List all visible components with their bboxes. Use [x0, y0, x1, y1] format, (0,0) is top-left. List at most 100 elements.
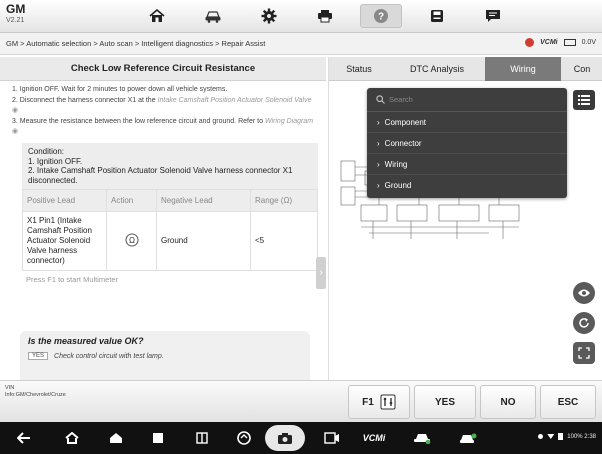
home-button[interactable]	[136, 4, 178, 28]
car-icon	[414, 434, 431, 444]
refresh-icon	[579, 318, 589, 328]
menu-item-label: Ground	[384, 181, 412, 190]
vci-label: VCMi	[362, 433, 386, 443]
step-1: 1. Ignition OFF. Wait for 2 minutes to p…	[12, 86, 228, 93]
brand-name: GM	[6, 2, 26, 16]
range-value: <5	[250, 211, 318, 271]
car-icon	[205, 11, 221, 23]
chevron-right-icon: ›	[377, 159, 380, 169]
condition-title: Condition:	[28, 147, 65, 156]
page-title: Check Low Reference Circuit Resistance	[0, 57, 326, 81]
search-icon	[376, 95, 385, 104]
menu-item-ground[interactable]: › Ground	[367, 175, 567, 196]
home-icon	[65, 432, 79, 444]
message-icon	[486, 10, 500, 22]
vehicle-info: VIN Info:GM/Chevrolet/Cruze	[5, 385, 66, 399]
menu-item-component[interactable]: › Component	[367, 112, 567, 133]
tab-more[interactable]: Con	[561, 57, 602, 81]
remote-expert-icon	[460, 433, 477, 443]
screen-record-button[interactable]	[320, 427, 344, 449]
fullscreen-button[interactable]	[573, 342, 595, 364]
step-3-text: 3. Measure the resistance between the lo…	[12, 118, 263, 125]
vehicle-connect-button[interactable]	[410, 427, 434, 449]
condition-1: 1. Ignition OFF.	[28, 156, 83, 166]
screenshot-button[interactable]	[265, 425, 305, 451]
svg-text:Ω: Ω	[129, 236, 135, 245]
menu-item-label: Connector	[384, 138, 422, 148]
menu-item-wiring[interactable]: › Wiring	[367, 154, 567, 175]
eye-icon	[578, 289, 590, 297]
camera-icon[interactable]: ◉	[12, 107, 18, 114]
tab-wiring[interactable]: Wiring	[485, 57, 561, 81]
vin-label: VIN	[5, 385, 15, 391]
yes-button[interactable]: YES	[414, 385, 476, 419]
remote-expert-button[interactable]	[456, 427, 480, 449]
menu-item-label: Component	[384, 117, 427, 127]
vehicle-button[interactable]	[192, 4, 234, 28]
search-input[interactable]: Search	[367, 88, 567, 112]
message-button[interactable]	[472, 4, 514, 28]
screen-record-icon	[324, 432, 339, 444]
wiring-search-popup: Search › Component › Connector › Wiring › Gr…	[367, 88, 567, 198]
view-button[interactable]	[573, 282, 595, 304]
recent-apps-button[interactable]	[146, 427, 170, 449]
wifi-icon	[547, 434, 555, 439]
col-positive: Positive Lead	[22, 189, 107, 212]
esc-button[interactable]: ESC	[540, 385, 596, 419]
house-icon	[110, 433, 122, 443]
battery-icon	[558, 433, 564, 440]
browser-button[interactable]	[232, 427, 256, 449]
info-panel: Status DTC Analysis Wiring Con Search › C…	[328, 57, 602, 380]
auto-home-button[interactable]	[104, 427, 128, 449]
camera-icon[interactable]: ◉	[12, 128, 18, 135]
wiring-diagram-link[interactable]: Wiring Diagram	[265, 118, 313, 125]
print-button[interactable]	[304, 4, 346, 28]
help-icon: ?	[374, 9, 388, 23]
chevron-right-icon: ›	[377, 117, 380, 127]
menu-item-connector[interactable]: › Connector	[367, 133, 567, 154]
multimeter-button[interactable]: F1	[348, 385, 410, 419]
help-button[interactable]: ?	[360, 4, 402, 28]
step-2: 2. Disconnect the harness connector X1 a…	[12, 96, 318, 116]
question-text: Is the measured value OK?	[28, 336, 144, 346]
positive-lead: X1 Pin1 (Intake Camshaft Position Actuat…	[22, 211, 107, 271]
yes-option-text: Check control circuit with test lamp.	[54, 352, 164, 360]
vehicle-info-text: Info:GM/Chevrolet/Cruze	[5, 392, 66, 398]
tab-bar: Status DTC Analysis Wiring Con	[329, 57, 602, 81]
vci-manager-button[interactable]: VCMi	[358, 427, 390, 449]
panel-collapse-handle[interactable]: ›	[316, 257, 326, 289]
expand-icon	[578, 347, 590, 359]
component-link[interactable]: Intake Camshaft Position Actuator Soleno…	[158, 97, 312, 104]
col-action: Action	[106, 189, 157, 212]
menu-item-label: Wiring	[384, 159, 408, 169]
vci-link-icon	[525, 38, 535, 47]
tab-status[interactable]: Status	[329, 57, 389, 81]
no-button[interactable]: NO	[480, 385, 536, 419]
function-bar: VIN Info:GM/Chevrolet/Cruze F1 YES NO ES…	[0, 380, 602, 422]
home-nav-button[interactable]	[60, 427, 84, 449]
chevron-right-icon: ›	[377, 181, 380, 190]
col-range: Range (Ω)	[250, 189, 318, 212]
app-version: V2.21	[6, 17, 25, 24]
f1-label: F1	[362, 396, 374, 408]
split-screen-button[interactable]	[190, 427, 214, 449]
camera-icon	[278, 432, 292, 444]
connection-status: VCMi 0.0V	[525, 38, 596, 47]
repair-assist-panel: Check Low Reference Circuit Resistance 1…	[0, 57, 326, 380]
action-cell[interactable]: Ω	[106, 211, 157, 271]
voltage-readout: 0.0V	[581, 39, 596, 46]
step-2-text: 2. Disconnect the harness connector X1 a…	[12, 97, 156, 104]
split-screen-icon	[196, 432, 208, 444]
multimeter-icon	[380, 394, 396, 410]
back-button[interactable]	[12, 427, 36, 449]
location-icon	[538, 434, 544, 439]
settings-button[interactable]	[248, 4, 290, 28]
refresh-button[interactable]	[573, 312, 595, 334]
list-menu-button[interactable]	[573, 90, 595, 110]
system-navigation-bar: VCMi 100% 2:38	[0, 422, 602, 454]
save-button[interactable]	[416, 4, 458, 28]
tab-dtc-analysis[interactable]: DTC Analysis	[389, 57, 485, 81]
yes-option[interactable]: YES Check control circuit with test lamp…	[28, 352, 302, 360]
status-area: 100% 2:38	[538, 433, 596, 440]
browser-icon	[237, 431, 251, 445]
